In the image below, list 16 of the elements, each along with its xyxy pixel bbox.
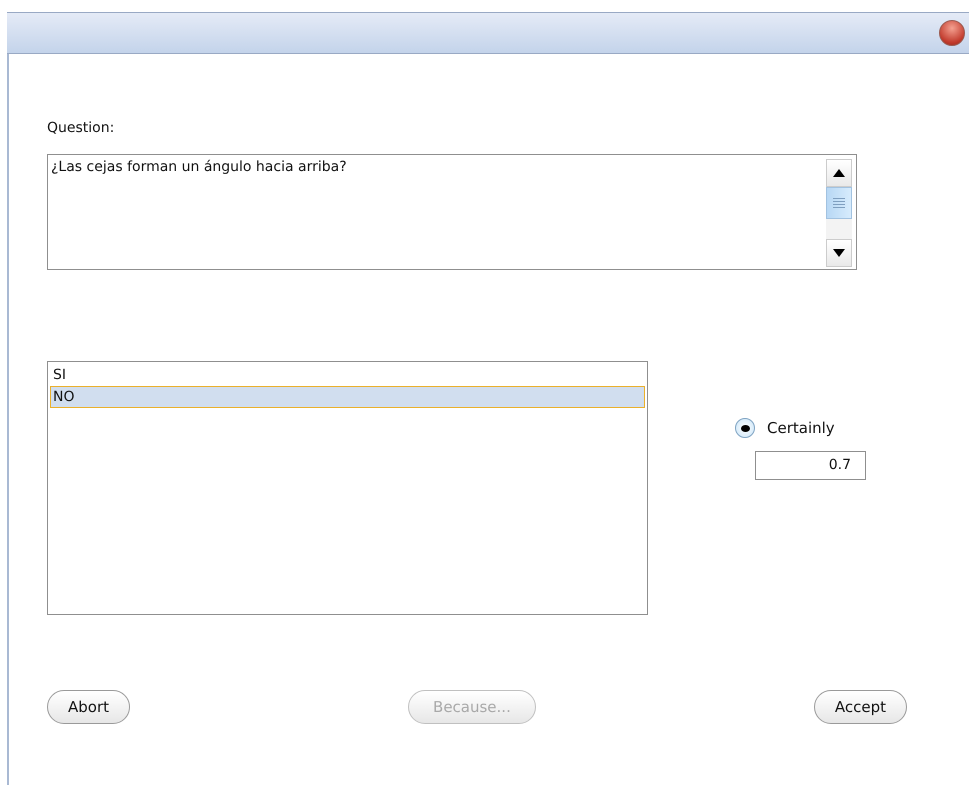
answer-item[interactable]: SI <box>50 364 645 386</box>
certainty-field[interactable]: 0.7 <box>755 451 866 480</box>
question-label: Question: <box>47 120 114 136</box>
scroll-bar[interactable] <box>824 157 854 267</box>
dialog-button[interactable]: Abort <box>47 690 130 724</box>
question-text: ¿Las cejas forman un ángulo hacia arriba? <box>51 158 347 177</box>
radio-button[interactable] <box>735 418 755 438</box>
scroll-thumb[interactable] <box>826 187 852 219</box>
scroll-track[interactable] <box>826 219 852 239</box>
answer-item[interactable]: NO <box>50 386 645 408</box>
dialog-button[interactable]: Accept <box>814 690 907 724</box>
scroll-up-icon[interactable] <box>826 159 852 187</box>
question-text-area[interactable]: ¿Las cejas forman un ángulo hacia arriba? <box>47 154 857 270</box>
certainty-label: Certainly <box>767 419 835 437</box>
close-icon[interactable] <box>939 20 965 46</box>
scroll-down-icon[interactable] <box>826 239 852 267</box>
